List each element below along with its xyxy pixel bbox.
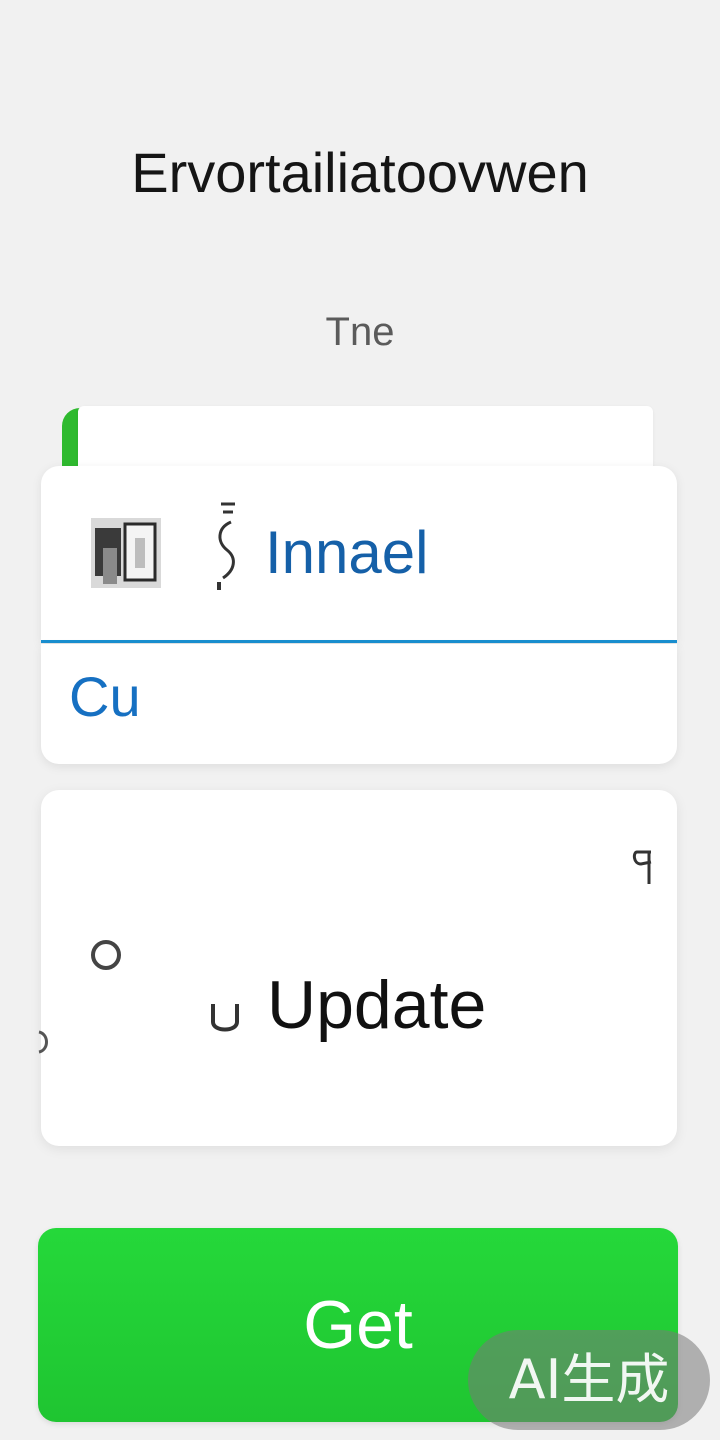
squiggle-icon	[217, 502, 235, 590]
update-u-icon	[211, 1004, 239, 1032]
ai-generated-watermark: AI生成	[468, 1330, 710, 1430]
update-row[interactable]: Update	[207, 970, 486, 1040]
update-label: Update	[267, 967, 487, 1043]
circle-icon	[91, 940, 121, 970]
input-card	[41, 644, 677, 764]
page-subtitle: Tne	[325, 310, 395, 354]
account-card[interactable]: Innael	[41, 466, 677, 643]
edge-arc-icon	[38, 1030, 48, 1054]
account-name: Innael	[265, 519, 429, 586]
update-card[interactable]: Update	[38, 790, 677, 1146]
corner-hook-icon	[632, 850, 652, 884]
text-input[interactable]	[69, 664, 649, 730]
avatar-photo-icon	[91, 518, 161, 588]
page-title: Ervortailiatoovwen	[131, 141, 589, 204]
